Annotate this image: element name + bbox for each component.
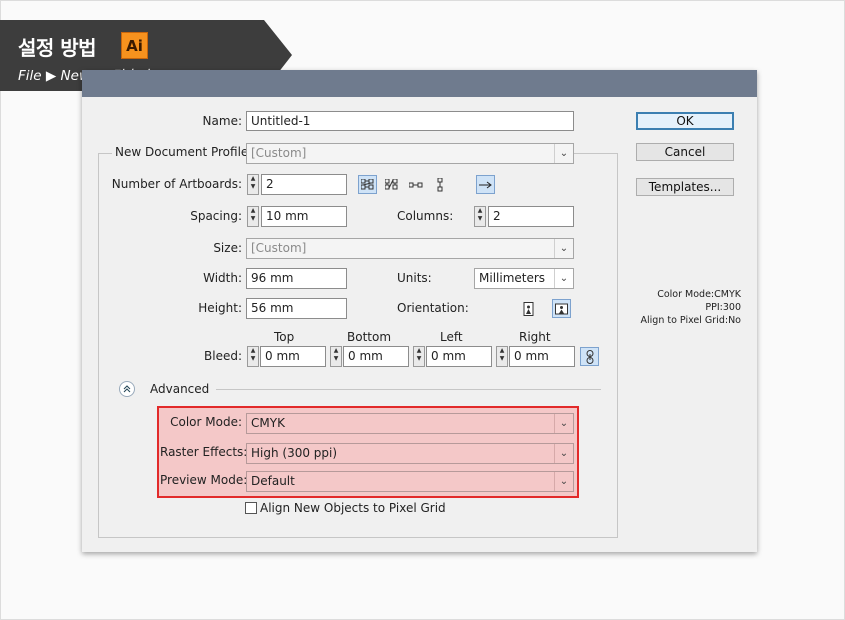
bleed-label: Bleed:	[204, 349, 242, 363]
bleed-left-stepper[interactable]: ▲ ▼	[413, 346, 425, 367]
new-document-dialog: Name: Untitled-1 New Document Profile: […	[82, 70, 757, 552]
link-bleed-icon[interactable]	[580, 347, 599, 366]
bleed-right-label: Right	[519, 330, 551, 344]
bleed-top-input[interactable]: 0 mm	[260, 346, 326, 367]
align-pixel-grid-checkbox[interactable]	[245, 502, 257, 514]
height-label: Height:	[198, 301, 242, 315]
color-mode-select[interactable]: CMYK ⌄	[246, 413, 574, 434]
orientation-label: Orientation:	[397, 301, 469, 315]
bleed-top-stepper[interactable]: ▲ ▼	[247, 346, 259, 367]
spacing-stepper[interactable]: ▲ ▼	[247, 206, 259, 227]
info-color-mode: Color Mode:CMYK	[657, 289, 741, 300]
chevron-down-icon: ⌄	[554, 472, 573, 491]
name-input[interactable]: Untitled-1	[246, 111, 574, 131]
raster-effects-label: Raster Effects:	[160, 445, 248, 459]
color-mode-value: CMYK	[251, 416, 285, 430]
align-pixel-grid-label[interactable]: Align New Objects to Pixel Grid	[260, 501, 446, 515]
arrange-by-column-icon[interactable]	[430, 175, 449, 194]
profile-select[interactable]: [Custom] ⌄	[246, 143, 574, 164]
chevron-down-icon: ⌄	[554, 269, 573, 288]
templates-button[interactable]: Templates...	[636, 178, 734, 196]
grid-by-column-icon[interactable]	[382, 175, 401, 194]
units-select[interactable]: Millimeters ⌄	[474, 268, 574, 289]
left-to-right-layout-icon[interactable]	[476, 175, 495, 194]
chevron-down-icon: ⌄	[554, 414, 573, 433]
width-input[interactable]: 96 mm	[246, 268, 347, 289]
chevron-down-icon: ⌄	[554, 444, 573, 463]
ok-button[interactable]: OK	[636, 112, 734, 130]
size-select[interactable]: [Custom] ⌄	[246, 238, 574, 259]
columns-input[interactable]: 2	[488, 206, 574, 227]
raster-effects-value: High (300 ppi)	[251, 446, 338, 460]
height-input[interactable]: 56 mm	[246, 298, 347, 319]
grid-by-row-icon[interactable]	[358, 175, 377, 194]
profile-value: [Custom]	[251, 146, 307, 160]
chevron-down-icon: ⌄	[554, 239, 573, 258]
bleed-bottom-label: Bottom	[347, 330, 392, 344]
size-label: Size:	[213, 241, 242, 255]
info-align-grid: Align to Pixel Grid:No	[640, 315, 741, 326]
units-value: Millimeters	[479, 271, 546, 285]
width-label: Width:	[203, 271, 242, 285]
columns-label: Columns:	[397, 209, 454, 223]
bleed-bottom-input[interactable]: 0 mm	[343, 346, 409, 367]
chevron-down-icon: ⌄	[554, 144, 573, 163]
profile-label: New Document Profile:	[112, 145, 256, 159]
preview-mode-value: Default	[251, 474, 295, 488]
info-ppi: PPI:300	[705, 302, 741, 313]
banner-title: 설정 방법	[18, 36, 97, 60]
bleed-right-stepper[interactable]: ▲ ▼	[496, 346, 508, 367]
advanced-divider	[216, 389, 601, 390]
cancel-button[interactable]: Cancel	[636, 143, 734, 161]
units-label: Units:	[397, 271, 432, 285]
size-value: [Custom]	[251, 241, 307, 255]
artboards-stepper[interactable]: ▲ ▼	[247, 174, 259, 195]
bleed-left-label: Left	[440, 330, 463, 344]
bleed-bottom-stepper[interactable]: ▲ ▼	[330, 346, 342, 367]
color-mode-label: Color Mode:	[170, 415, 242, 429]
bleed-top-label: Top	[274, 330, 295, 344]
advanced-label: Advanced	[150, 382, 210, 396]
landscape-icon[interactable]	[552, 299, 571, 318]
raster-effects-select[interactable]: High (300 ppi) ⌄	[246, 443, 574, 464]
bleed-left-input[interactable]: 0 mm	[426, 346, 492, 367]
artboards-label: Number of Artboards:	[111, 177, 242, 191]
spacing-input[interactable]: 10 mm	[261, 206, 347, 227]
preview-mode-select[interactable]: Default ⌄	[246, 471, 574, 492]
spacing-label: Spacing:	[190, 209, 242, 223]
illustrator-logo: Ai	[121, 32, 148, 59]
portrait-icon[interactable]	[519, 299, 538, 318]
dialog-titlebar[interactable]	[82, 70, 757, 97]
bleed-right-input[interactable]: 0 mm	[509, 346, 575, 367]
preview-mode-label: Preview Mode:	[160, 473, 248, 487]
arrange-by-row-icon[interactable]	[406, 175, 425, 194]
collapse-advanced-icon[interactable]	[119, 381, 135, 397]
columns-stepper[interactable]: ▲ ▼	[474, 206, 486, 227]
artboards-input[interactable]: 2	[261, 174, 347, 195]
name-label: Name:	[202, 114, 242, 128]
document-info-summary: Color Mode:CMYK PPI:300 Align to Pixel G…	[622, 288, 741, 327]
